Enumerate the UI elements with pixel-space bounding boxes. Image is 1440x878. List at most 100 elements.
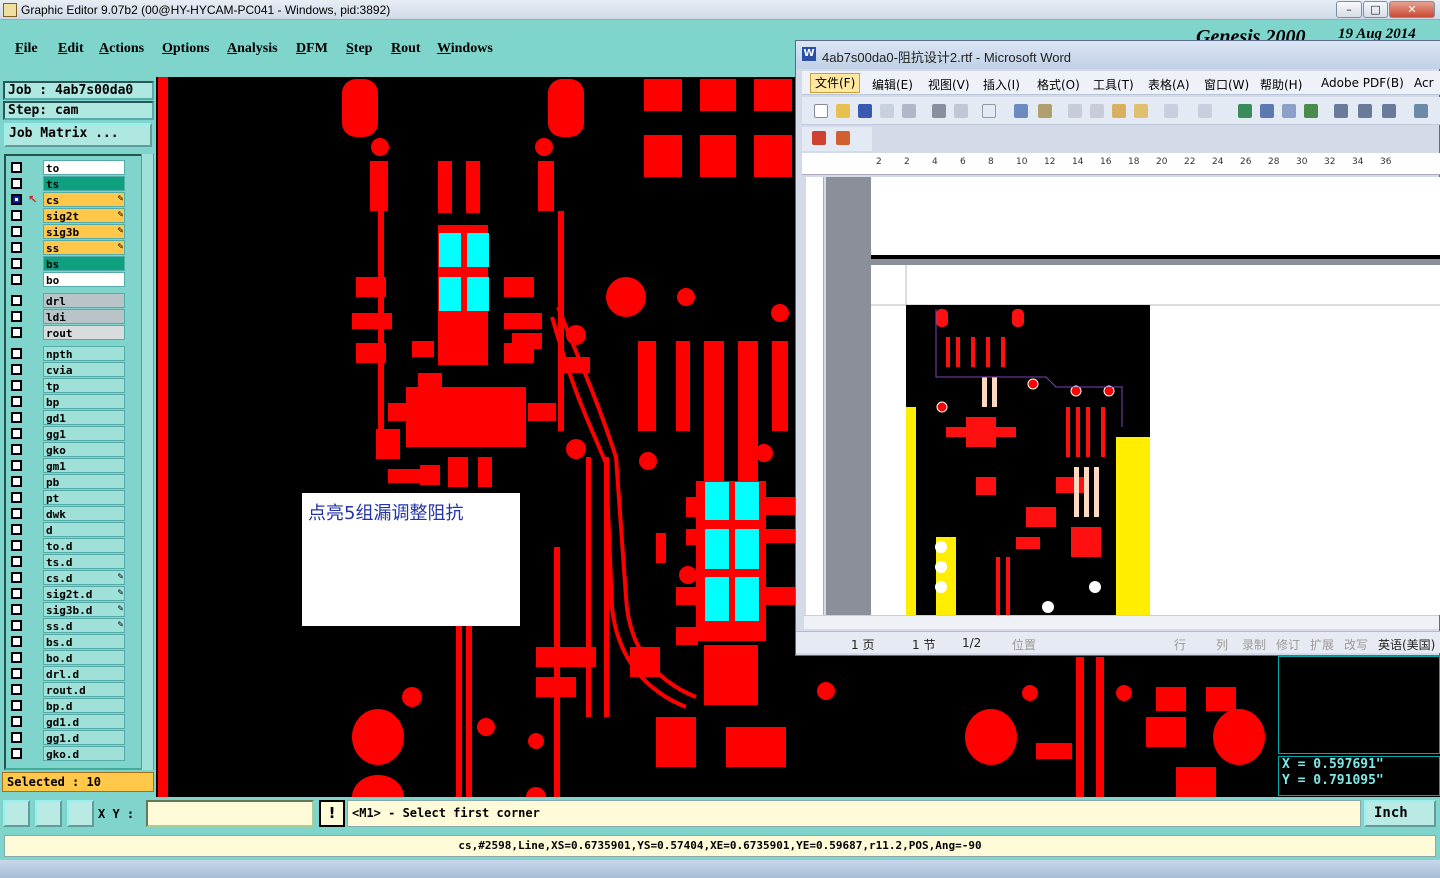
layer-name[interactable]: drl.d xyxy=(43,666,125,681)
spelling-icon[interactable] xyxy=(1014,104,1028,118)
layer-checkbox[interactable] xyxy=(11,444,22,455)
layer-checkbox[interactable] xyxy=(11,684,22,695)
layer-checkbox[interactable] xyxy=(11,226,22,237)
layer-scrollbar[interactable] xyxy=(141,154,153,770)
layer-name[interactable]: drl xyxy=(43,293,125,308)
layer-name[interactable]: ss xyxy=(43,240,125,255)
layer-name[interactable]: cvia xyxy=(43,362,125,377)
layer-row-pt[interactable]: pt xyxy=(8,490,126,505)
layer-name[interactable]: gd1 xyxy=(43,410,125,425)
layer-name[interactable]: to xyxy=(43,160,125,175)
layer-row-ss-d[interactable]: ss.d ✎ xyxy=(8,618,126,633)
layer-checkbox[interactable] xyxy=(11,540,22,551)
email-icon[interactable] xyxy=(902,104,916,118)
layer-checkbox[interactable] xyxy=(11,700,22,711)
layer-row-sig2t-d[interactable]: sig2t.d ✎ xyxy=(8,586,126,601)
word-menu-help[interactable]: 帮助(H) xyxy=(1260,76,1302,93)
word-menu-table[interactable]: 表格(A) xyxy=(1148,76,1190,93)
layer-checkbox[interactable] xyxy=(11,380,22,391)
layer-row-gg1-d[interactable]: gg1.d xyxy=(8,730,126,745)
pdf-email-icon[interactable] xyxy=(836,131,850,145)
word-menu-tools[interactable]: 工具(T) xyxy=(1093,76,1134,93)
word-menu-view[interactable]: 视图(V) xyxy=(928,76,970,93)
layer-row-gd1-d[interactable]: gd1.d xyxy=(8,714,126,729)
layer-checkbox[interactable] xyxy=(11,508,22,519)
layer-row-cvia[interactable]: cvia xyxy=(8,362,126,377)
menu-step[interactable]: Step xyxy=(346,41,372,57)
layer-name[interactable]: gko.d xyxy=(43,746,125,761)
redo-icon[interactable] xyxy=(1198,104,1212,118)
new-doc-icon[interactable] xyxy=(814,104,828,118)
layer-name[interactable]: gko xyxy=(43,442,125,457)
status-rec[interactable]: 录制 xyxy=(1242,636,1266,653)
layer-checkbox[interactable] xyxy=(11,274,22,285)
xy-input[interactable] xyxy=(146,800,314,827)
format-painter-icon[interactable] xyxy=(1134,104,1148,118)
menu-windows[interactable]: Windows xyxy=(437,41,493,57)
layer-row-npth[interactable]: npth xyxy=(8,346,126,361)
layer-name[interactable]: bs xyxy=(43,256,125,271)
layer-checkbox[interactable] xyxy=(11,668,22,679)
layer-checkbox[interactable] xyxy=(11,327,22,338)
close-button[interactable]: ✕ xyxy=(1389,1,1435,18)
layer-row-bs-d[interactable]: bs.d xyxy=(8,634,126,649)
layer-row-gko[interactable]: gko xyxy=(8,442,126,457)
layer-name[interactable]: ts xyxy=(43,176,125,191)
status-rev[interactable]: 修订 xyxy=(1276,636,1300,653)
layer-checkbox[interactable] xyxy=(11,460,22,471)
status-ovr[interactable]: 改写 xyxy=(1344,636,1368,653)
convert-pdf-icon[interactable] xyxy=(812,131,826,145)
layer-row-ldi[interactable]: ldi xyxy=(8,309,126,324)
layer-checkbox[interactable] xyxy=(11,556,22,567)
layer-name[interactable]: cs xyxy=(43,192,125,207)
layer-row-gm1[interactable]: gm1 xyxy=(8,458,126,473)
layer-name[interactable]: tp xyxy=(43,378,125,393)
layer-row-pb[interactable]: pb xyxy=(8,474,126,489)
layer-name[interactable]: rout.d xyxy=(43,682,125,697)
layer-checkbox[interactable] xyxy=(11,716,22,727)
layer-name[interactable]: sig3b xyxy=(43,224,125,239)
maximize-button[interactable]: □ xyxy=(1363,1,1388,18)
layer-name[interactable]: pt xyxy=(43,490,125,505)
layer-name[interactable]: to.d xyxy=(43,538,125,553)
layer-row-bp[interactable]: bp xyxy=(8,394,126,409)
layer-checkbox[interactable] xyxy=(11,620,22,631)
copy-icon[interactable] xyxy=(1090,104,1104,118)
layer-row-bp-d[interactable]: bp.d xyxy=(8,698,126,713)
word-menu-file[interactable]: 文件(F) xyxy=(810,73,861,93)
layer-checkbox[interactable] xyxy=(11,572,22,583)
permission-icon[interactable] xyxy=(880,104,894,118)
layer-row-to-d[interactable]: to.d xyxy=(8,538,126,553)
snap-icon[interactable] xyxy=(35,800,62,827)
insert-table-icon[interactable] xyxy=(1282,104,1296,118)
menu-rout[interactable]: Rout xyxy=(391,41,421,57)
save-icon[interactable] xyxy=(858,104,872,118)
layer-name[interactable]: npth xyxy=(43,346,125,361)
menu-analysis[interactable]: Analysis xyxy=(227,41,278,57)
word-window[interactable]: W 4ab7s00da0-阻抗设计2.rtf - Microsoft Word … xyxy=(795,40,1440,656)
layer-row-d[interactable]: d xyxy=(8,522,126,537)
traditional-chinese-icon[interactable] xyxy=(982,104,996,118)
layer-checkbox[interactable] xyxy=(11,258,22,269)
columns-icon[interactable] xyxy=(1334,104,1348,118)
word-menu-adobe-pdf[interactable]: Adobe PDF(B) xyxy=(1321,76,1404,90)
layer-name[interactable]: dwk xyxy=(43,506,125,521)
layer-row-sig3b-d[interactable]: sig3b.d ✎ xyxy=(8,602,126,617)
layer-row-bo[interactable]: bo xyxy=(8,272,126,287)
layer-checkbox[interactable] xyxy=(11,348,22,359)
print-icon[interactable] xyxy=(932,104,946,118)
word-menu-edit[interactable]: 编辑(E) xyxy=(872,76,913,93)
layer-checkbox[interactable] xyxy=(11,588,22,599)
layer-name[interactable]: bs.d xyxy=(43,634,125,649)
hyperlink-icon[interactable] xyxy=(1238,104,1252,118)
layer-checkbox[interactable] xyxy=(11,242,22,253)
layer-row-sig2t[interactable]: sig2t ✎ xyxy=(8,208,126,223)
layer-name[interactable]: bp.d xyxy=(43,698,125,713)
layer-row-gg1[interactable]: gg1 xyxy=(8,426,126,441)
layer-checkbox[interactable] xyxy=(11,636,22,647)
layer-checkbox[interactable] xyxy=(11,412,22,423)
layer-row-tp[interactable]: tp xyxy=(8,378,126,393)
layer-row-dwk[interactable]: dwk xyxy=(8,506,126,521)
menu-file[interactable]: File xyxy=(15,41,38,57)
menu-edit[interactable]: Edit xyxy=(58,41,84,57)
